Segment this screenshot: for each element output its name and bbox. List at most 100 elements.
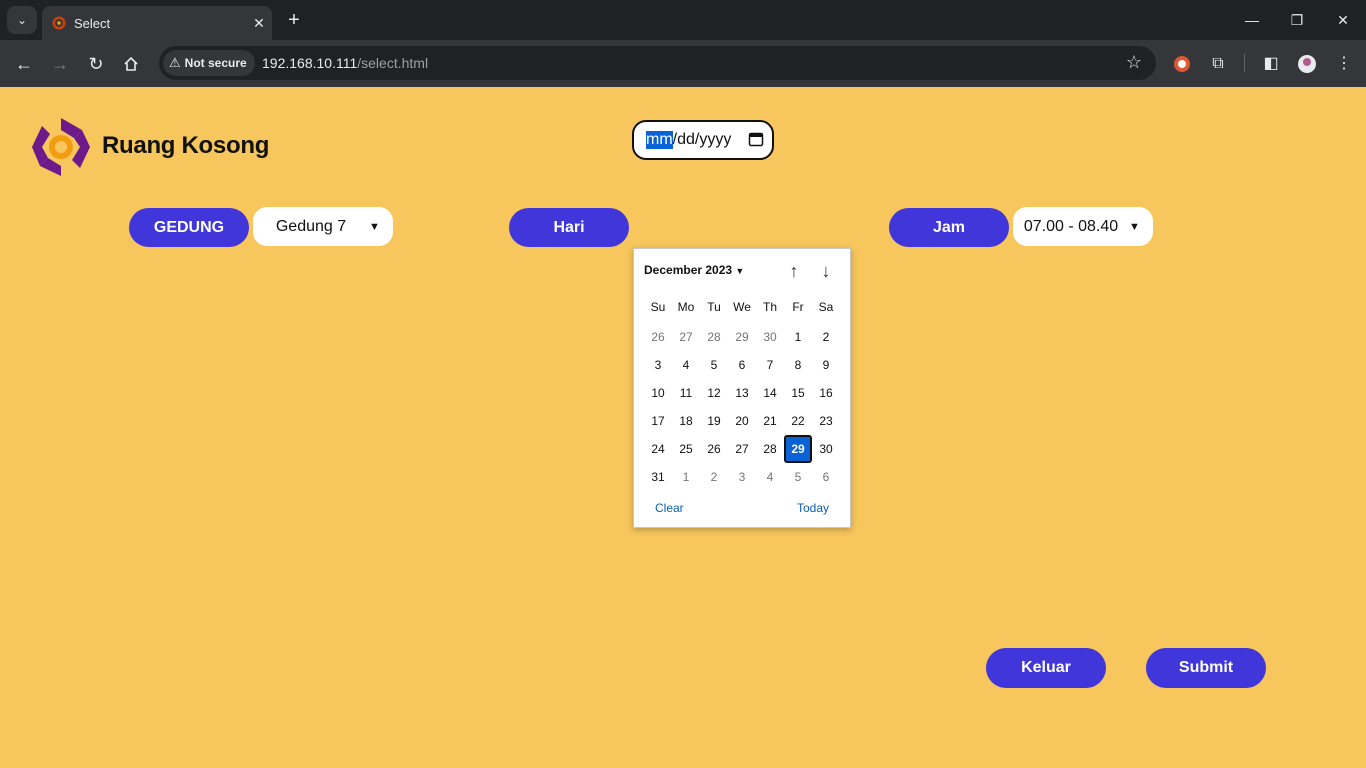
close-window-button[interactable]: ✕: [1320, 8, 1366, 32]
day-cell[interactable]: 22: [784, 407, 812, 435]
day-cell[interactable]: 31: [644, 463, 672, 491]
weekday-header: We: [733, 300, 751, 314]
extensions-puzzle-icon[interactable]: ⧉: [1206, 52, 1230, 76]
day-cell[interactable]: 4: [756, 463, 784, 491]
weekday-header: Sa: [818, 300, 834, 314]
day-cell[interactable]: 20: [728, 407, 756, 435]
day-cell[interactable]: 28: [700, 323, 728, 351]
side-panel-icon[interactable]: ◧: [1259, 52, 1283, 76]
page-content: Ruang Kosong GEDUNG Gedung 7 ▼ Hari mm/d…: [0, 87, 1366, 768]
chevron-down-icon: ▼: [1129, 220, 1140, 233]
day-cell[interactable]: 7: [756, 351, 784, 379]
weekday-header: Su: [650, 300, 666, 314]
restore-button[interactable]: ❐: [1274, 8, 1320, 32]
hari-date-input[interactable]: mm/dd/yyyy: [632, 120, 774, 160]
day-cell[interactable]: 2: [700, 463, 728, 491]
day-cell[interactable]: 9: [812, 351, 840, 379]
date-month-segment[interactable]: mm: [646, 131, 673, 149]
forward-button[interactable]: →: [46, 50, 74, 78]
day-cell[interactable]: 30: [756, 323, 784, 351]
hari-label: Hari: [509, 208, 629, 247]
extension-duckduckgo-icon[interactable]: [1170, 52, 1194, 76]
day-cell[interactable]: 5: [784, 463, 812, 491]
home-icon: [124, 56, 138, 71]
day-cell[interactable]: 2: [812, 323, 840, 351]
day-cell[interactable]: 13: [728, 379, 756, 407]
date-picker-popup: December 2023 ▼ ↑ ↓ Su Mo Tu We Th Fr Sa 26 27 2…: [633, 248, 851, 528]
bookmark-star-icon[interactable]: ☆: [1126, 52, 1142, 73]
day-cell[interactable]: 29: [728, 323, 756, 351]
gedung-selected-value: Gedung 7: [275, 217, 347, 235]
calendar-icon[interactable]: [748, 131, 764, 147]
day-cell[interactable]: 23: [812, 407, 840, 435]
month-year-label: December 2023: [644, 263, 733, 277]
submit-button[interactable]: Submit: [1146, 648, 1266, 688]
day-cell[interactable]: 11: [672, 379, 700, 407]
url-text[interactable]: 192.168.10.111/select.html: [262, 55, 428, 71]
day-cell[interactable]: 24: [644, 435, 672, 463]
jam-selected-value: 07.00 - 08.40: [1023, 217, 1119, 235]
jam-select[interactable]: 07.00 - 08.40 ▼: [1013, 207, 1153, 246]
day-cell[interactable]: 15: [784, 379, 812, 407]
day-cell[interactable]: 5: [700, 351, 728, 379]
browser-menu-icon[interactable]: ⋮: [1332, 52, 1356, 76]
date-day-year-segments[interactable]: /dd/yyyy: [673, 131, 732, 149]
reload-button[interactable]: ↻: [82, 50, 110, 78]
day-cell[interactable]: 16: [812, 379, 840, 407]
previous-month-arrow-icon[interactable]: ↑: [784, 261, 804, 281]
site-favicon-icon: [52, 16, 66, 30]
day-cell[interactable]: 30: [812, 435, 840, 463]
day-cell[interactable]: 1: [784, 323, 812, 351]
day-cell[interactable]: 28: [756, 435, 784, 463]
day-cell[interactable]: 26: [644, 323, 672, 351]
selected-day-cell[interactable]: 29: [784, 435, 812, 463]
clear-date-button[interactable]: Clear: [655, 501, 684, 515]
brand-name: Ruang Kosong: [102, 132, 270, 159]
weekday-header: Fr: [792, 300, 804, 314]
home-button[interactable]: [117, 50, 145, 78]
gedung-label: GEDUNG: [129, 208, 249, 247]
day-cell[interactable]: 6: [728, 351, 756, 379]
tab-search-button[interactable]: ⌄: [7, 6, 37, 34]
toolbar-divider: [1244, 54, 1245, 72]
day-cell[interactable]: 4: [672, 351, 700, 379]
tab-title: Select: [74, 15, 111, 31]
address-bar[interactable]: ⚠ Not secure 192.168.10.111/select.html …: [159, 46, 1156, 80]
security-chip[interactable]: ⚠ Not secure: [163, 50, 255, 76]
day-cell[interactable]: 3: [728, 463, 756, 491]
weekday-header: Tu: [707, 300, 721, 314]
profile-avatar-icon[interactable]: [1295, 52, 1319, 76]
browser-toolbar: ← → ↻ ⚠ Not secure 192.168.10.111/select…: [0, 40, 1366, 87]
day-cell[interactable]: 18: [672, 407, 700, 435]
minimize-button[interactable]: —: [1229, 8, 1275, 32]
day-cell[interactable]: 26: [700, 435, 728, 463]
day-cell[interactable]: 1: [672, 463, 700, 491]
day-cell[interactable]: 21: [756, 407, 784, 435]
weekday-header: Mo: [677, 300, 695, 314]
tab-close-icon[interactable]: ✕: [246, 15, 272, 32]
jam-label: Jam: [889, 208, 1009, 247]
tab-select[interactable]: Select ✕: [42, 6, 272, 40]
day-cell[interactable]: 3: [644, 351, 672, 379]
weekday-header: Th: [762, 300, 777, 314]
day-cell[interactable]: 27: [672, 323, 700, 351]
keluar-button[interactable]: Keluar: [986, 648, 1106, 688]
day-cell[interactable]: 6: [812, 463, 840, 491]
day-cell[interactable]: 8: [784, 351, 812, 379]
today-button[interactable]: Today: [797, 501, 829, 515]
ruang-kosong-logo: [32, 118, 90, 176]
gedung-select[interactable]: Gedung 7 ▼: [253, 207, 393, 246]
day-cell[interactable]: 17: [644, 407, 672, 435]
back-button[interactable]: ←: [10, 50, 38, 78]
day-cell[interactable]: 27: [728, 435, 756, 463]
chevron-down-icon: ▼: [369, 220, 380, 233]
day-cell[interactable]: 25: [672, 435, 700, 463]
new-tab-button[interactable]: +: [281, 8, 307, 32]
caret-down-icon: ▼: [735, 266, 745, 276]
day-cell[interactable]: 10: [644, 379, 672, 407]
day-cell[interactable]: 12: [700, 379, 728, 407]
day-cell[interactable]: 19: [700, 407, 728, 435]
next-month-arrow-icon[interactable]: ↓: [816, 261, 836, 281]
day-cell[interactable]: 14: [756, 379, 784, 407]
month-year-dropdown[interactable]: December 2023 ▼: [644, 263, 744, 277]
